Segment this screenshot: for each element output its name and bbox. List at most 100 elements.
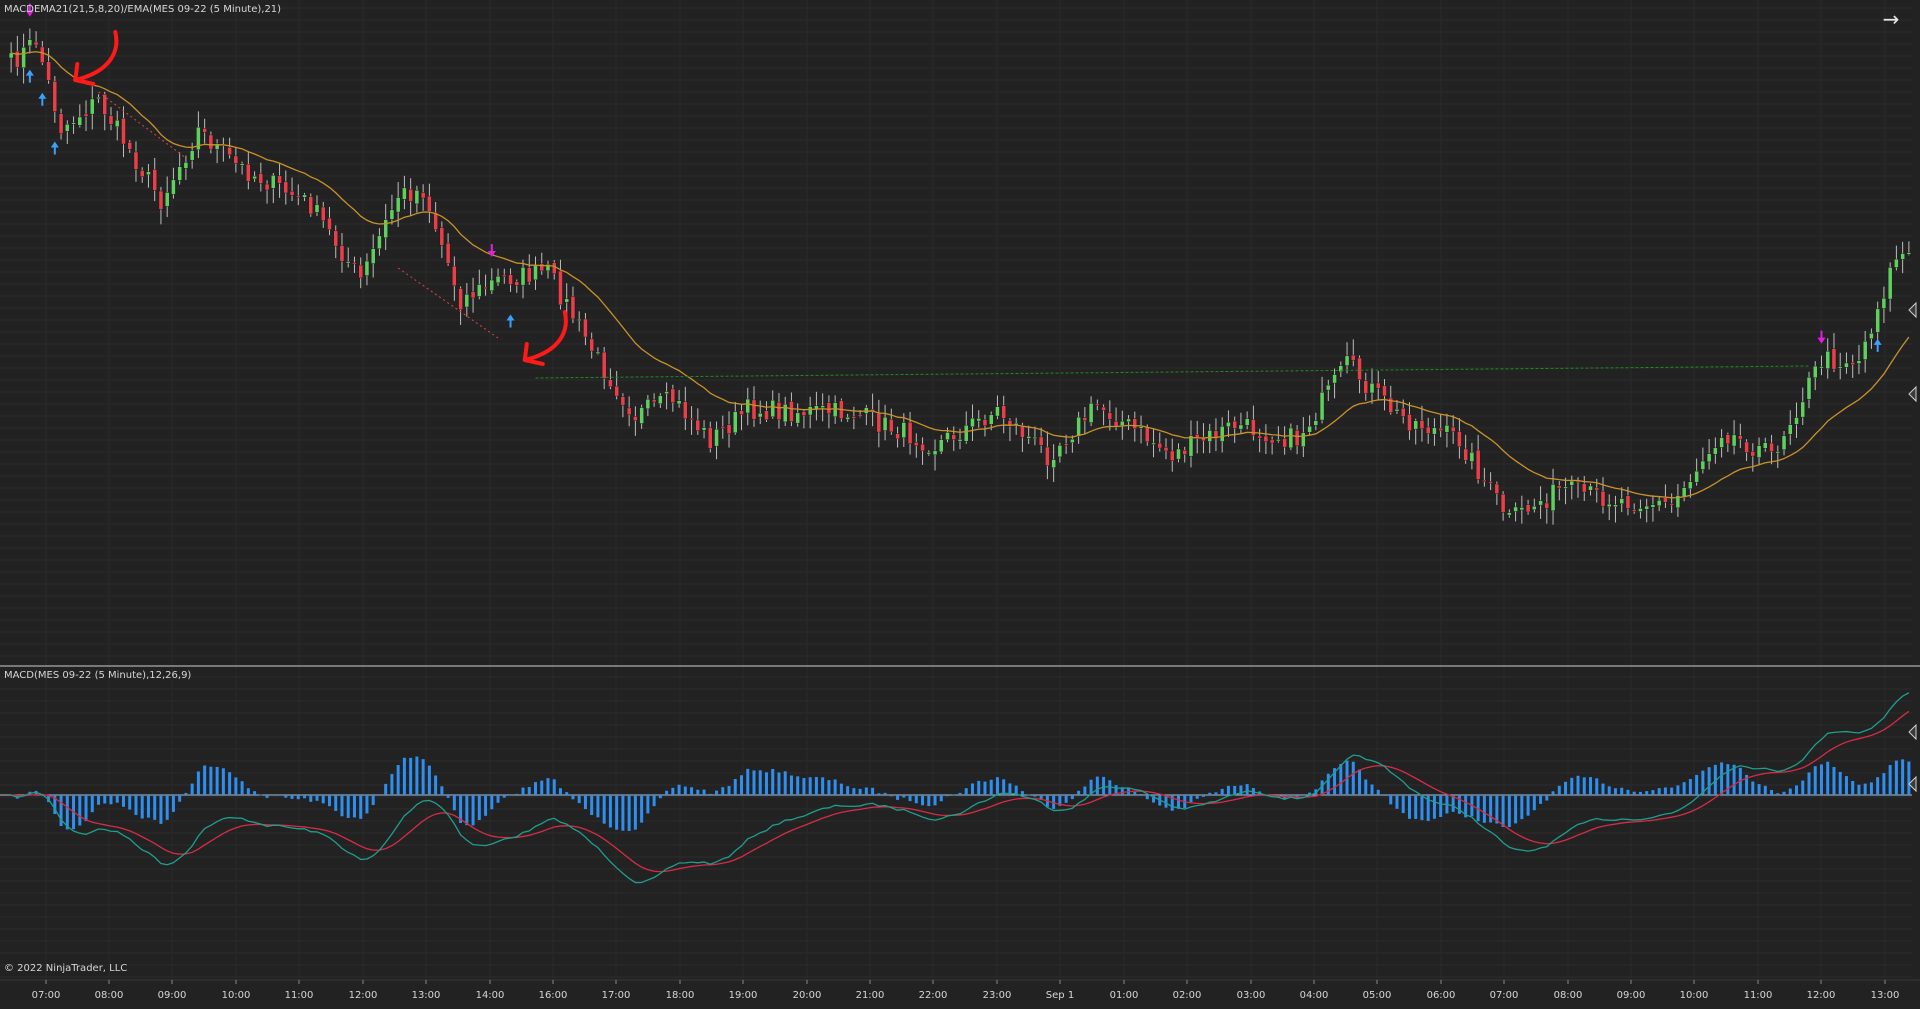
histogram-bar xyxy=(958,792,962,795)
candle xyxy=(1663,497,1668,503)
candle xyxy=(1051,459,1056,468)
chart-canvas[interactable]: 07:00 08:00 09:00 10:00 11:00 12:00 13:00 14:00… xyxy=(0,0,1920,1009)
candle xyxy=(1257,435,1262,439)
candle xyxy=(608,379,613,387)
histogram-bar xyxy=(1869,782,1873,795)
candle xyxy=(327,217,332,230)
x-tick-label: 03:00 xyxy=(1237,990,1266,1001)
arrow-right-icon[interactable]: → xyxy=(1878,6,1904,32)
candle xyxy=(989,414,994,425)
candle xyxy=(577,318,582,321)
histogram-bar xyxy=(334,795,338,811)
histogram-bar xyxy=(1482,795,1486,823)
candle xyxy=(733,411,738,433)
histogram-bar xyxy=(1070,795,1074,800)
candle xyxy=(1338,365,1344,373)
histogram-bar xyxy=(1626,789,1630,795)
candle xyxy=(845,417,850,420)
histogram-bar xyxy=(764,772,768,795)
candle xyxy=(271,175,276,189)
histogram-bar xyxy=(315,795,319,801)
candle xyxy=(1326,384,1331,391)
histogram-bar xyxy=(365,795,369,814)
candle xyxy=(1557,485,1562,489)
candle xyxy=(1001,405,1006,419)
candle xyxy=(1887,267,1893,300)
candle xyxy=(90,98,95,115)
candle xyxy=(1900,253,1905,260)
histogram-bar xyxy=(933,795,937,806)
candle xyxy=(239,163,245,166)
histogram-bar xyxy=(178,795,182,802)
candle xyxy=(895,433,900,440)
candle xyxy=(470,291,476,299)
candle xyxy=(58,113,64,134)
candle xyxy=(695,419,701,431)
candle xyxy=(146,171,151,176)
histogram-bar xyxy=(927,795,931,807)
histogram-bar xyxy=(1027,794,1031,796)
histogram-bar xyxy=(1751,781,1755,795)
histogram-bar xyxy=(321,795,325,804)
histogram-bar xyxy=(896,795,900,800)
histogram-bar xyxy=(1395,795,1399,809)
candle xyxy=(489,279,495,291)
candle xyxy=(1319,392,1325,421)
x-tick-label: 12:00 xyxy=(1807,990,1836,1001)
histogram-bar xyxy=(789,775,793,795)
histogram-bar xyxy=(833,779,837,795)
histogram-bar xyxy=(1289,795,1293,796)
candle xyxy=(1157,442,1162,449)
x-tick-label: 02:00 xyxy=(1173,990,1202,1001)
candle xyxy=(1669,503,1674,506)
histogram-bar xyxy=(228,772,232,795)
histogram-bar xyxy=(1301,795,1305,796)
candle xyxy=(1638,508,1643,512)
candle xyxy=(739,410,744,415)
candle xyxy=(1607,503,1612,508)
histogram-bar xyxy=(1582,777,1586,795)
trend-line xyxy=(397,267,499,339)
histogram-bar xyxy=(1819,764,1823,795)
candle xyxy=(1307,425,1312,433)
candle xyxy=(283,181,288,194)
histogram-bar xyxy=(1539,795,1543,804)
candle xyxy=(1656,500,1662,507)
candle xyxy=(1475,449,1481,480)
candle xyxy=(670,388,676,403)
histogram-bar xyxy=(184,792,188,795)
histogram-bar xyxy=(1907,761,1911,795)
candle xyxy=(1594,487,1599,491)
candle xyxy=(539,263,544,272)
x-tick-label: 17:00 xyxy=(602,990,631,1001)
candle xyxy=(701,427,707,431)
histogram-bar xyxy=(215,766,219,795)
histogram-bar xyxy=(746,768,750,795)
candle xyxy=(1351,354,1356,361)
candle xyxy=(826,402,832,414)
histogram-bar xyxy=(490,795,494,810)
candle xyxy=(1450,426,1456,432)
histogram-bar xyxy=(465,795,469,826)
histogram-bar xyxy=(1370,784,1374,795)
candle xyxy=(964,425,969,442)
histogram-bar xyxy=(1195,795,1199,799)
histogram-bar xyxy=(970,783,974,795)
histogram-bar xyxy=(571,795,575,800)
candle xyxy=(1282,438,1287,448)
histogram-bar xyxy=(234,777,238,795)
histogram-bar xyxy=(827,780,831,795)
histogram-bar xyxy=(1613,788,1617,795)
candle xyxy=(1188,435,1194,457)
candle xyxy=(21,47,26,68)
histogram-bar xyxy=(839,783,843,795)
candle xyxy=(1082,417,1088,421)
histogram-bar xyxy=(1389,795,1393,805)
x-tick-label: 10:00 xyxy=(222,990,251,1001)
candle xyxy=(1301,432,1306,447)
price-panel-label: MACDEMA21(21,5,8,20)/EMA(MES 09-22 (5 Mi… xyxy=(4,4,282,15)
histogram-bar xyxy=(939,795,943,802)
histogram-bar xyxy=(1782,791,1786,795)
histogram-bar xyxy=(583,795,587,810)
x-tick-label: 14:00 xyxy=(476,990,505,1001)
